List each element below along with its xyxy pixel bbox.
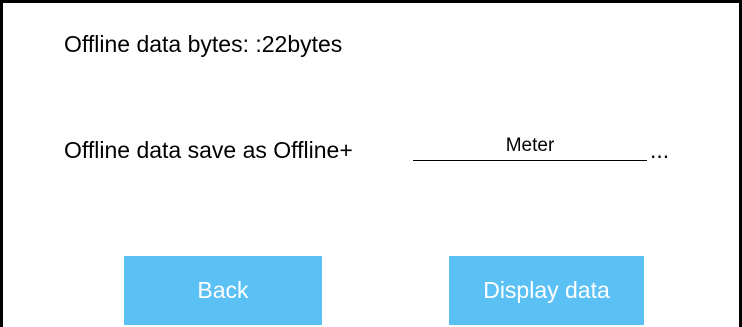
display-data-button-label: Display data <box>483 277 610 303</box>
back-button-label: Back <box>197 277 249 303</box>
display-data-button[interactable]: Display data <box>449 256 644 325</box>
back-button[interactable]: Back <box>124 256 322 325</box>
filename-value: Meter <box>505 135 555 156</box>
offline-bytes-text: Offline data bytes: :22bytes <box>64 31 343 57</box>
offline-data-panel: Offline data bytes: :22bytes Offline dat… <box>0 0 742 327</box>
ellipsis-text: ... <box>650 137 670 163</box>
save-as-label: Offline data save as Offline+ <box>64 137 353 163</box>
filename-input[interactable]: Meter <box>413 133 647 161</box>
